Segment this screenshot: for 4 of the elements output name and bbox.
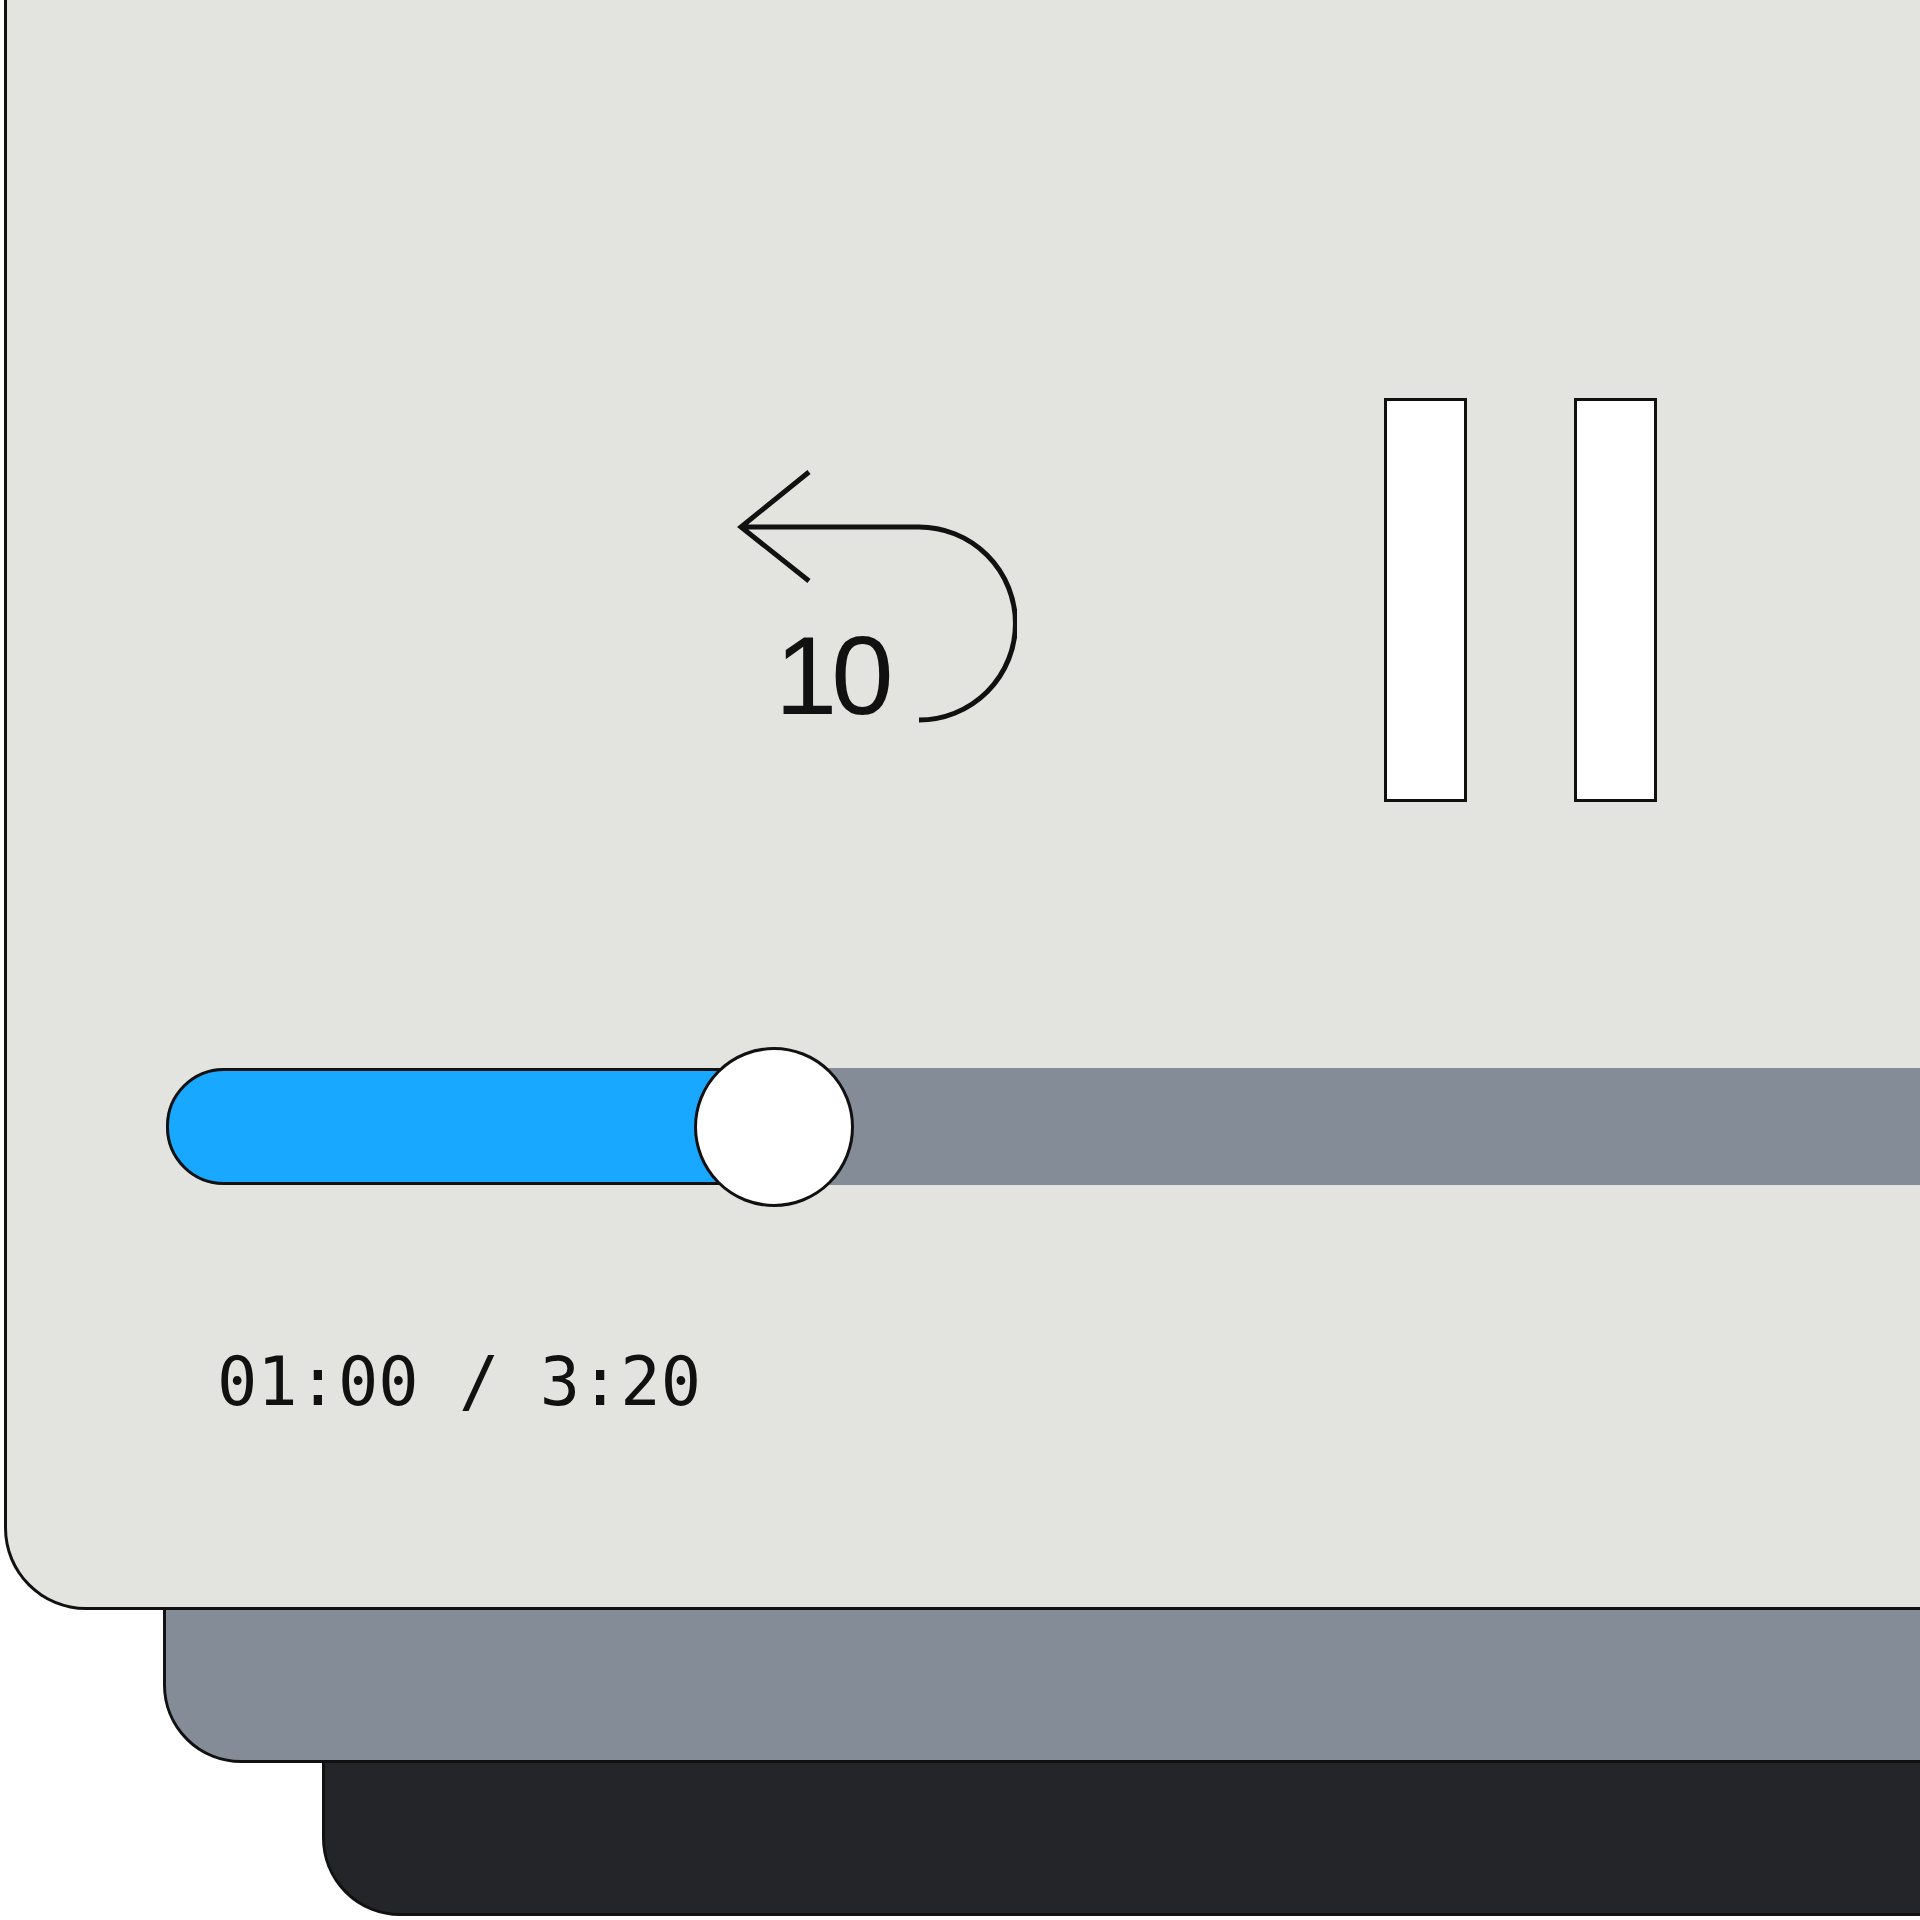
time-label: 01:00 / 3:20	[217, 1343, 702, 1421]
rewind-button[interactable]: 10	[737, 470, 1017, 730]
progress-slider[interactable]	[166, 1047, 1920, 1207]
pause-button[interactable]	[1384, 398, 1657, 802]
